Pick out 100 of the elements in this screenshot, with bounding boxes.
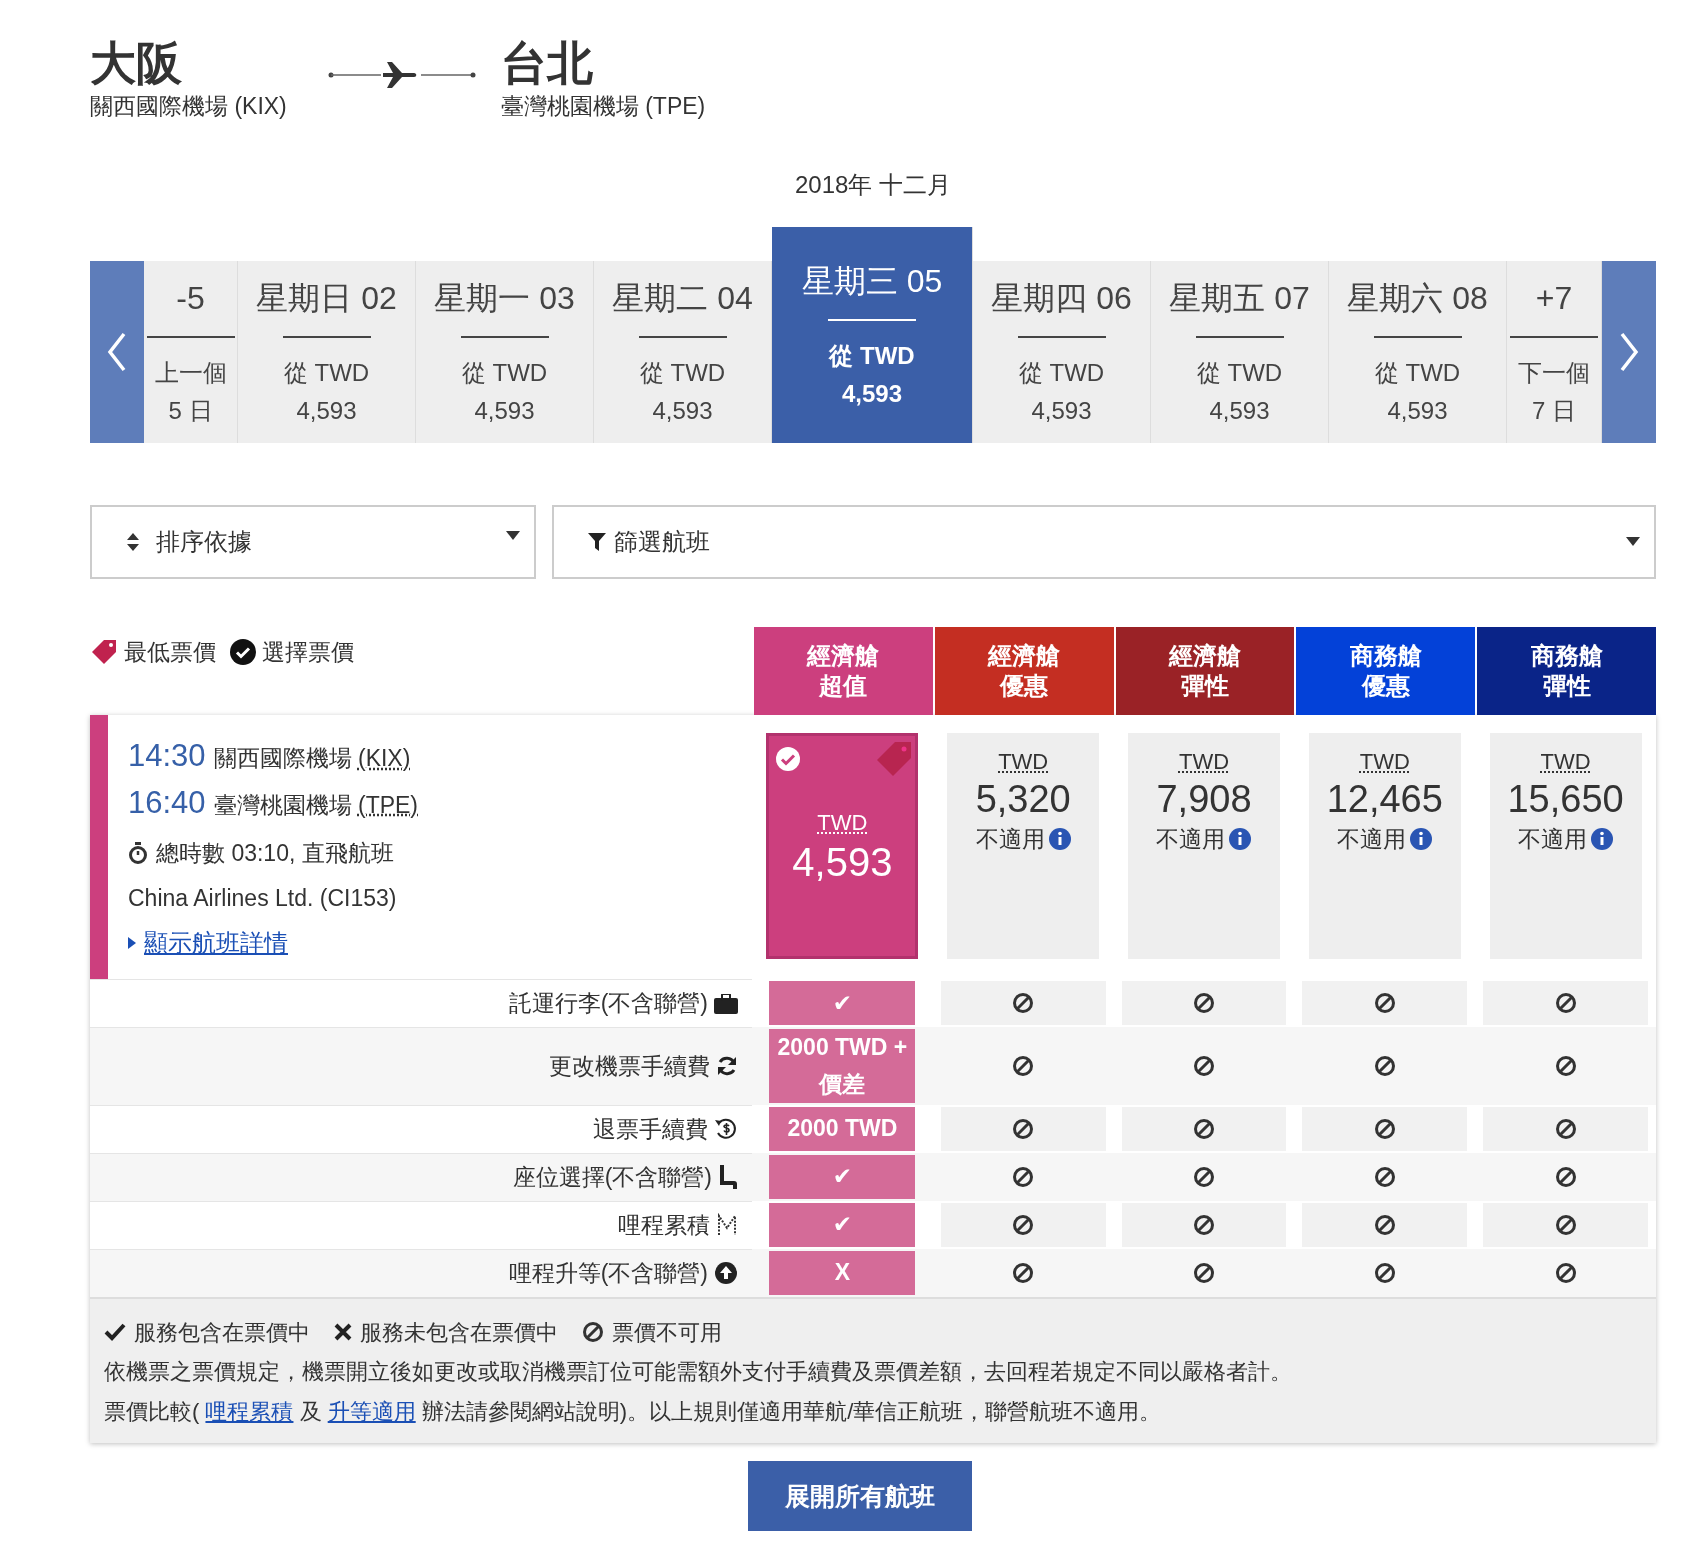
date-tab[interactable]: 星期一 03 從 TWD 4,593 bbox=[416, 261, 594, 444]
date-tab[interactable]: 星期日 02 從 TWD 4,593 bbox=[238, 261, 416, 444]
unavailable-icon bbox=[1012, 1054, 1035, 1077]
fare-class-header: 商務艙 彈性 bbox=[1477, 627, 1656, 716]
currency-label: TWD bbox=[1540, 748, 1591, 777]
currency-label: TWD bbox=[1359, 748, 1410, 777]
fare-class-header: 經濟艙 彈性 bbox=[1115, 627, 1295, 716]
duration-label: 總時數 03:10, 直飛航班 bbox=[156, 839, 394, 869]
fare-option[interactable]: TWD 7,908 不適用 bbox=[1128, 733, 1280, 960]
origin-city: 大阪 bbox=[90, 38, 183, 89]
feature-value: 2000 TWD bbox=[769, 1106, 916, 1151]
date-tab[interactable]: 星期二 04 從 TWD 4,593 bbox=[594, 261, 772, 444]
info-icon bbox=[1229, 828, 1252, 851]
link[interactable]: 升等適用 bbox=[327, 1398, 416, 1424]
info-icon bbox=[1410, 828, 1433, 851]
feature-label: 託運行李(不含聯營) bbox=[508, 989, 708, 1019]
date-tab[interactable]: 星期六 08 從 TWD 4,593 bbox=[1329, 261, 1507, 444]
fare-amount: 4,593 bbox=[792, 839, 893, 886]
chevron-right-icon bbox=[1619, 332, 1639, 373]
legend-label: 服務未包含在票價中 bbox=[360, 1318, 558, 1347]
sort-dropdown[interactable]: 排序依據 bbox=[90, 505, 536, 580]
fare-option[interactable]: TWD 4,593 bbox=[766, 733, 919, 960]
fare-option[interactable]: TWD 15,650 不適用 bbox=[1489, 733, 1642, 960]
date-tab[interactable]: -5 上一個 5 日 bbox=[144, 261, 238, 444]
legend-label: 最低票價 bbox=[124, 638, 216, 668]
unavailable-icon bbox=[1012, 1117, 1035, 1140]
currency-label: TWD bbox=[817, 809, 868, 838]
next-button[interactable] bbox=[1602, 261, 1656, 444]
time-label: 14:30 bbox=[128, 738, 206, 774]
unavailable-icon bbox=[1373, 1117, 1396, 1140]
unavailable-icon bbox=[1193, 1213, 1215, 1236]
feature-value: ✔ bbox=[769, 1202, 916, 1247]
price-tag-icon bbox=[875, 740, 914, 779]
cross-icon bbox=[334, 1323, 352, 1342]
feature-label: 退票手續費 bbox=[593, 1114, 708, 1144]
unavailable-icon bbox=[1373, 1054, 1396, 1077]
legend-label: 票價不可用 bbox=[612, 1318, 722, 1347]
expand-all-flights-button[interactable]: 展開所有航班 bbox=[748, 1461, 972, 1532]
flight-details-link[interactable]: 顯示航班詳情 bbox=[144, 925, 288, 962]
upload-circle-icon bbox=[714, 1261, 738, 1286]
dollar-history-icon bbox=[714, 1117, 738, 1142]
unavailable-icon bbox=[1554, 992, 1577, 1015]
unavailable-icon bbox=[1373, 992, 1396, 1015]
stopwatch-icon bbox=[128, 842, 148, 865]
unavailable-icon bbox=[1373, 1165, 1396, 1188]
sort-icon bbox=[126, 532, 140, 553]
chevron-left-icon bbox=[107, 332, 127, 373]
destination-airport: 臺灣桃園機場 (TPE) bbox=[500, 91, 706, 121]
feature-label: 哩程升等(不含聯營) bbox=[508, 1258, 708, 1288]
airport-label: 關西國際機場 (KIX) bbox=[213, 745, 411, 772]
fare-note: 不適用 bbox=[1337, 824, 1407, 854]
fare-class-header: 商務艙 優惠 bbox=[1296, 627, 1476, 716]
feature-label: 更改機票手續費 bbox=[549, 1052, 710, 1082]
price-tag-icon bbox=[90, 638, 118, 667]
unavailable-icon bbox=[1373, 1261, 1396, 1284]
fare-amount: 15,650 bbox=[1507, 778, 1624, 822]
unavailable-icon bbox=[582, 1321, 604, 1344]
caret-icon bbox=[1626, 537, 1640, 548]
link[interactable]: 哩程累積 bbox=[205, 1398, 294, 1424]
unavailable-icon bbox=[1012, 992, 1035, 1015]
date-tab[interactable]: 星期四 06 從 TWD 4,593 bbox=[973, 261, 1151, 444]
feature-value: 2000 TWD + 價差 bbox=[769, 1029, 916, 1103]
feature-value: X bbox=[769, 1250, 916, 1295]
caret-icon bbox=[506, 531, 520, 542]
fare-option[interactable]: TWD 12,465 不適用 bbox=[1308, 733, 1461, 960]
fare-note: 不適用 bbox=[1156, 824, 1226, 854]
unavailable-icon bbox=[1554, 1213, 1577, 1236]
unavailable-icon bbox=[1193, 1165, 1215, 1188]
fare-comparison-note: 票價比較( 哩程累積 及 升等適用 辦法請參閱網站說明)。以上規則僅適用華航/華信正航班，聯營航班不適用。 bbox=[104, 1397, 1163, 1426]
filter-icon bbox=[588, 533, 606, 552]
date-tab[interactable]: 星期五 07 從 TWD 4,593 bbox=[1151, 261, 1329, 444]
fare-amount: 7,908 bbox=[1156, 778, 1252, 822]
feature-label: 座位選擇(不含聯營) bbox=[512, 1162, 712, 1192]
fare-amount: 5,320 bbox=[975, 778, 1071, 822]
time-label: 16:40 bbox=[128, 784, 206, 820]
airport-label: 臺灣桃園機場 (TPE) bbox=[213, 791, 419, 818]
month-label: 2018年 十二月 bbox=[793, 170, 953, 201]
previous-button[interactable] bbox=[90, 261, 144, 444]
unavailable-icon bbox=[1012, 1165, 1035, 1188]
refresh-icon bbox=[716, 1055, 738, 1078]
info-icon bbox=[1591, 828, 1614, 851]
filter-dropdown[interactable]: 篩選航班 bbox=[552, 505, 1656, 580]
info-icon bbox=[1048, 828, 1071, 851]
currency-label: TWD bbox=[998, 748, 1049, 777]
origin-airport: 關西國際機場 (KIX) bbox=[90, 91, 287, 121]
fare-amount: 12,465 bbox=[1326, 778, 1443, 822]
fare-rules-note: 依機票之票價規定，機票開立後如更改或取消機票訂位可能需額外支付手續費及票價差額，去回程若規定不同以嚴格者計。 bbox=[104, 1358, 1293, 1387]
unavailable-icon bbox=[1193, 1117, 1215, 1140]
fare-option[interactable]: TWD 5,320 不適用 bbox=[947, 733, 1100, 960]
unavailable-icon bbox=[1554, 1117, 1577, 1140]
fare-note: 不適用 bbox=[1518, 824, 1588, 854]
unavailable-icon bbox=[1373, 1213, 1396, 1236]
check-icon bbox=[775, 746, 802, 773]
suitcase-icon bbox=[714, 993, 738, 1014]
date-tab[interactable]: 星期三 05 從 TWD 4,593 bbox=[772, 227, 973, 444]
unavailable-icon bbox=[1193, 1054, 1215, 1077]
unavailable-icon bbox=[1554, 1054, 1577, 1077]
date-tab[interactable]: +7 下一個 7 日 bbox=[1507, 261, 1602, 444]
legend-label: 選擇票價 bbox=[262, 638, 354, 668]
check-icon bbox=[230, 639, 256, 666]
